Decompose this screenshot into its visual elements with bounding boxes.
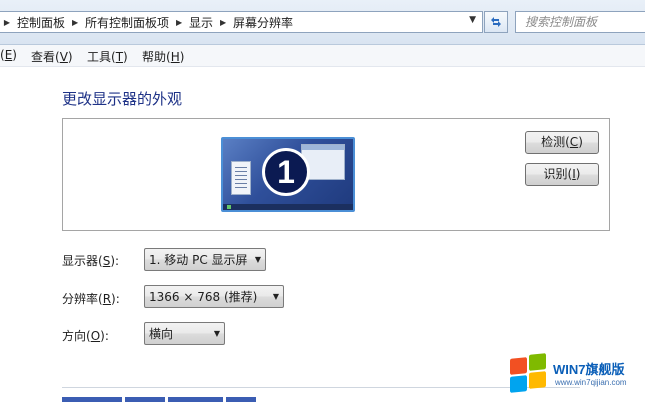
menu-bar: (E) 查看(V) 工具(T) 帮助(H) bbox=[0, 45, 645, 67]
chevron-right-icon[interactable]: ▶ bbox=[216, 18, 230, 27]
breadcrumb-item-screen-resolution[interactable]: 屏幕分辨率 bbox=[230, 14, 296, 31]
search-input[interactable] bbox=[525, 13, 643, 31]
search-box bbox=[515, 11, 645, 33]
advanced-links-row[interactable] bbox=[62, 397, 262, 402]
chevron-down-icon[interactable]: ▼ bbox=[210, 329, 224, 338]
orientation-select[interactable]: 横向 ▼ bbox=[144, 322, 225, 345]
menu-tools[interactable]: 工具(T) bbox=[87, 48, 128, 65]
chevron-right-icon[interactable]: ▶ bbox=[0, 18, 14, 27]
display-label: 显示器(S): bbox=[62, 254, 120, 268]
breadcrumb-item-all-items[interactable]: 所有控制面板项 bbox=[82, 14, 172, 31]
windows-logo-icon bbox=[509, 353, 547, 393]
monitor-preview-area: 1 检测(C) 识别(I) bbox=[62, 118, 610, 231]
display-select-value: 1. 移动 PC 显示屏 bbox=[149, 253, 248, 267]
display-select[interactable]: 1. 移动 PC 显示屏 ▼ bbox=[144, 248, 266, 271]
chevron-down-icon[interactable]: ▼ bbox=[469, 15, 476, 25]
watermark-logo: WIN7旗舰版 www.win7qijian.com bbox=[509, 353, 639, 393]
resolution-select[interactable]: 1366 × 768 (推荐) ▼ bbox=[144, 285, 284, 308]
menu-help[interactable]: 帮助(H) bbox=[142, 48, 184, 65]
resolution-label: 分辨率(R): bbox=[62, 292, 120, 306]
watermark-brand: WIN7旗舰版 bbox=[553, 362, 625, 377]
detect-button[interactable]: 检测(C) bbox=[525, 131, 599, 154]
refresh-icon bbox=[491, 17, 501, 27]
breadcrumb[interactable]: ▶ 控制面板 ▶ 所有控制面板项 ▶ 显示 ▶ 屏幕分辨率 ▼ bbox=[0, 11, 483, 33]
resolution-select-value: 1366 × 768 (推荐) bbox=[149, 290, 258, 304]
menu-view[interactable]: 查看(V) bbox=[31, 48, 73, 65]
watermark-url: www.win7qijian.com bbox=[555, 378, 627, 387]
monitor-number-badge: 1 bbox=[262, 148, 310, 196]
orientation-select-value: 横向 bbox=[149, 327, 174, 341]
chevron-right-icon[interactable]: ▶ bbox=[172, 18, 186, 27]
chevron-down-icon[interactable]: ▼ bbox=[251, 255, 265, 264]
monitor-thumbnail[interactable]: 1 bbox=[221, 137, 355, 212]
refresh-button[interactable] bbox=[484, 11, 508, 33]
address-bar: ▶ 控制面板 ▶ 所有控制面板项 ▶ 显示 ▶ 屏幕分辨率 ▼ bbox=[0, 0, 645, 45]
breadcrumb-item-display[interactable]: 显示 bbox=[186, 14, 216, 31]
section-divider bbox=[62, 387, 580, 388]
breadcrumb-item-control-panel[interactable]: 控制面板 bbox=[14, 14, 68, 31]
page-title: 更改显示器的外观 bbox=[62, 90, 183, 108]
window-thumbnail bbox=[231, 161, 251, 195]
orientation-label: 方向(O): bbox=[62, 329, 109, 343]
identify-button[interactable]: 识别(I) bbox=[525, 163, 599, 186]
menu-edit[interactable]: (E) bbox=[0, 48, 17, 62]
taskbar-thumbnail bbox=[223, 204, 353, 210]
chevron-down-icon[interactable]: ▼ bbox=[269, 292, 283, 301]
chevron-right-icon[interactable]: ▶ bbox=[68, 18, 82, 27]
